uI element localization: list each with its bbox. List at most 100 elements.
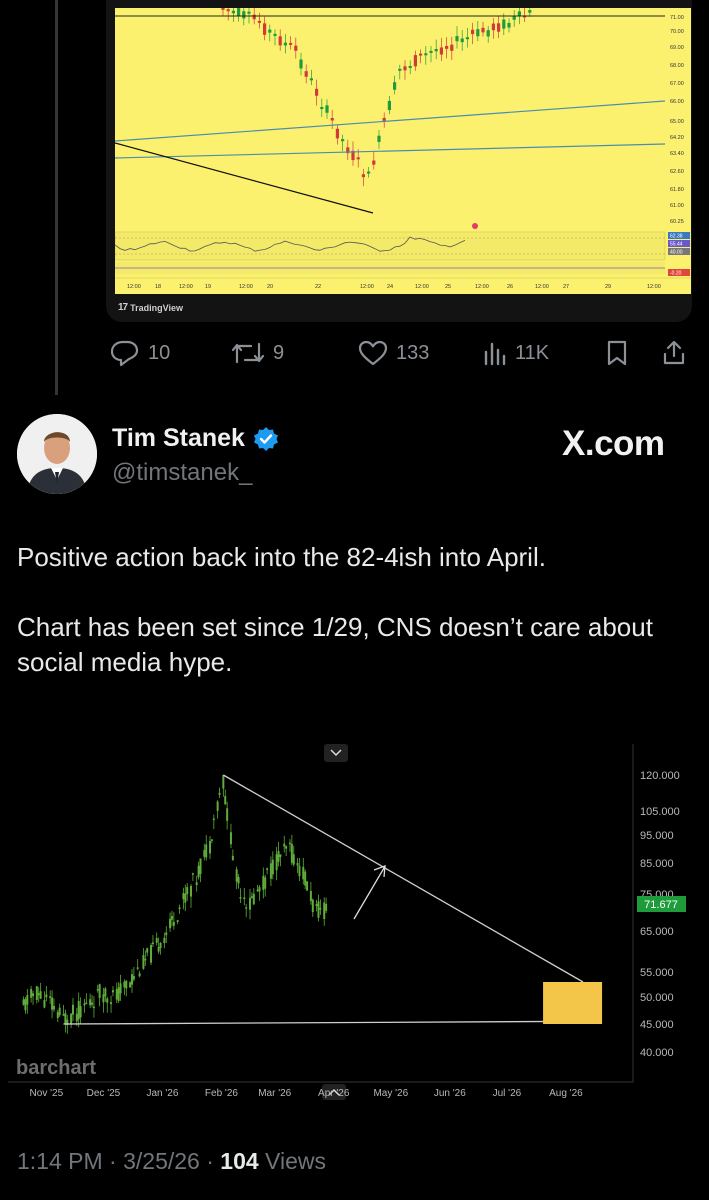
candle-body xyxy=(79,1006,82,1018)
candle-body xyxy=(279,854,282,857)
y-tick-label: 71.00 xyxy=(670,15,684,21)
author-handle[interactable]: @timstanek_ xyxy=(112,459,252,487)
candle-body xyxy=(512,16,516,20)
reply-icon xyxy=(110,340,139,367)
candle-body xyxy=(258,887,261,892)
bookmark-button[interactable] xyxy=(606,340,628,366)
y-tick-label: 60.25 xyxy=(670,219,684,225)
x-tick-label: 12:00 xyxy=(239,284,253,290)
x-tick-label: 12:00 xyxy=(360,284,374,290)
x-tick-label: 27 xyxy=(563,284,569,290)
candle-body xyxy=(199,858,202,874)
candle-body xyxy=(119,983,122,994)
candle-body xyxy=(465,37,469,40)
candle-body xyxy=(434,48,438,52)
candle-body xyxy=(298,865,301,877)
collapse-toggle[interactable] xyxy=(324,744,348,762)
thread-image-card[interactable]: 71.00 70.00 69.00 68.00 67.00 66.00 65.00 64.20… xyxy=(106,0,692,322)
candle-body xyxy=(330,118,334,121)
candle-body xyxy=(35,986,38,1001)
tweet-meta: 1:14 PM · 3/25/26 · 104 Views xyxy=(17,1148,326,1175)
candle-body xyxy=(56,1012,59,1019)
osc-label: 55.44 xyxy=(670,242,683,248)
candle-body xyxy=(245,907,248,909)
candle-body xyxy=(507,22,511,28)
y-tick-label: 105.000 xyxy=(640,806,680,818)
candle-body xyxy=(290,843,293,863)
avatar[interactable] xyxy=(17,414,97,494)
y-tick-label: 63.40 xyxy=(670,151,684,157)
x-tick-label: 25 xyxy=(445,284,451,290)
timestamp[interactable]: 1:14 PM · 3/25/26 · xyxy=(17,1148,214,1174)
candle-body xyxy=(481,27,485,33)
candle-body xyxy=(98,984,101,999)
candle-body xyxy=(285,846,288,849)
candle-body xyxy=(264,877,267,889)
y-tick-label: 66.00 xyxy=(670,99,684,105)
x-watermark: X.com xyxy=(562,424,665,463)
candle-body xyxy=(309,78,313,81)
candle-body xyxy=(102,994,105,1003)
candle-body xyxy=(419,53,423,56)
candle-body xyxy=(222,775,225,789)
candle-body xyxy=(299,59,303,69)
osc-label: 62.38 xyxy=(670,234,683,240)
candle-body xyxy=(89,999,92,1006)
tradingview-logo-icon: 17 xyxy=(118,302,128,313)
barchart-image[interactable]: 120.000 105.000 95.000 85.000 75.000 65.000 55… xyxy=(8,744,688,1102)
x-tick-label: 12:00 xyxy=(475,284,489,290)
candle-body xyxy=(111,990,114,993)
candle-body xyxy=(226,9,230,12)
candle-body xyxy=(91,1002,94,1005)
candle-body xyxy=(237,8,241,17)
last-price-label: 71.677 xyxy=(644,899,678,911)
heart-icon xyxy=(358,340,388,366)
x-tick-label: Apr '26 xyxy=(318,1088,350,1099)
share-button[interactable] xyxy=(662,340,686,366)
candle-body xyxy=(239,897,242,899)
reply-button[interactable]: 10 xyxy=(110,339,170,367)
candle-body xyxy=(271,859,274,875)
candle-body xyxy=(497,23,501,32)
candle-body xyxy=(221,7,225,10)
x-tick-label: 12:00 xyxy=(415,284,429,290)
candle-body xyxy=(455,36,459,42)
x-tick-label: 24 xyxy=(387,284,393,290)
candle-body xyxy=(189,885,192,897)
candle-body xyxy=(96,989,99,991)
barchart-logo: barchart xyxy=(16,1057,96,1079)
y-tick-label: 50.000 xyxy=(640,992,674,1004)
author-name-row[interactable]: Tim Stanek xyxy=(112,424,279,453)
candle-body xyxy=(106,998,109,1003)
x-tick-label: 29 xyxy=(605,284,611,290)
candle-body xyxy=(71,1004,74,1015)
candle-body xyxy=(256,889,259,892)
candle-body xyxy=(51,997,54,1010)
candle-body xyxy=(125,980,128,989)
candle-body xyxy=(210,839,213,841)
candle-body xyxy=(325,105,329,113)
oscillator-labels: 62.38 55.44 40.00 -0.20 xyxy=(668,232,690,277)
candle-body xyxy=(288,842,291,845)
y-tick-label: 65.00 xyxy=(670,119,684,125)
candle-body xyxy=(83,1003,86,1006)
candle-body xyxy=(129,982,132,988)
bookmark-icon xyxy=(607,340,627,366)
like-button[interactable]: 133 xyxy=(358,339,429,367)
candle-body xyxy=(235,869,238,882)
views-button[interactable]: 11K xyxy=(483,340,549,366)
candle-body xyxy=(460,38,464,43)
candle-body xyxy=(138,973,141,977)
candle-body xyxy=(150,945,153,963)
repost-icon xyxy=(231,342,265,364)
candle-body xyxy=(325,904,328,911)
candle-body xyxy=(393,82,397,90)
y-tick-label: 61.80 xyxy=(670,187,684,193)
candle-body xyxy=(491,23,495,31)
author-name[interactable]: Tim Stanek xyxy=(112,424,245,453)
event-marker xyxy=(472,223,478,229)
x-tick-label: 12:00 xyxy=(647,284,661,290)
candle-body xyxy=(243,897,246,899)
repost-button[interactable]: 9 xyxy=(231,340,284,366)
candle-body xyxy=(320,107,324,110)
